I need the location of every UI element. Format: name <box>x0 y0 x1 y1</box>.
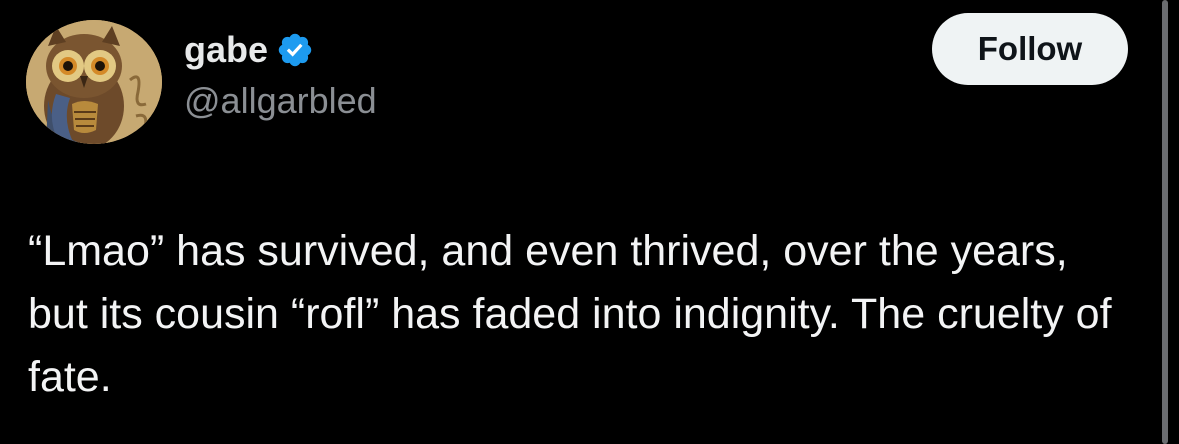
author-name-row: gabe <box>184 28 314 72</box>
tweet-text: “Lmao” has survived, and even thrived, o… <box>28 227 1112 401</box>
avatar[interactable] <box>26 20 162 144</box>
author-handle[interactable]: @allgarbled <box>184 80 377 122</box>
follow-button[interactable]: Follow <box>932 13 1128 85</box>
verified-badge-icon[interactable] <box>276 31 314 69</box>
tweet-card: gabe @allgarbled Follow “Lmao” has survi… <box>0 0 1179 444</box>
author-display-name[interactable]: gabe <box>184 29 268 71</box>
scrollbar[interactable] <box>1162 0 1168 444</box>
owl-avatar-icon <box>26 20 162 144</box>
